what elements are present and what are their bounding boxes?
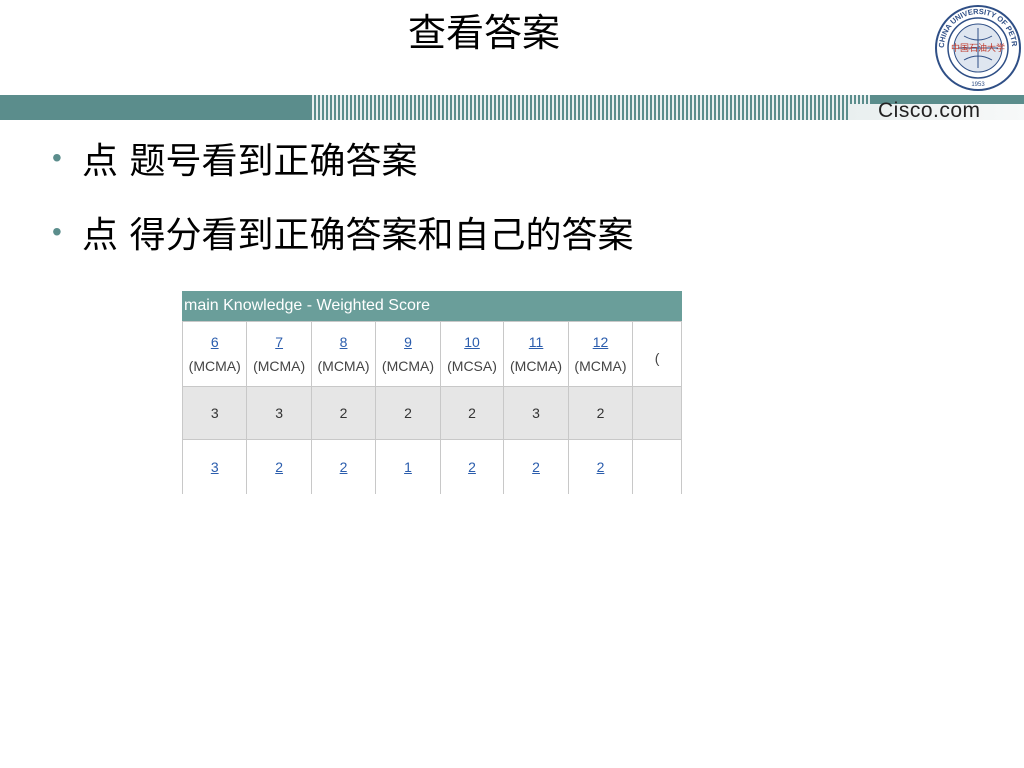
slide-title: 查看答案 bbox=[407, 11, 560, 55]
question-number-link[interactable]: 11 bbox=[504, 334, 567, 350]
answer-cell: 1 bbox=[375, 439, 441, 494]
answer-cell: 3 bbox=[182, 439, 248, 494]
earned-score-link[interactable]: 2 bbox=[247, 459, 310, 475]
question-cell: 6 (MCMA) bbox=[182, 321, 248, 387]
question-cell: 11 (MCMA) bbox=[503, 321, 569, 387]
question-type: (MCMA) bbox=[381, 358, 435, 374]
cisco-brand: Cisco.com bbox=[878, 99, 981, 122]
bullet-text: 点 题号看到正确答案 bbox=[82, 141, 418, 182]
bullet-dot-icon: • bbox=[52, 142, 62, 173]
score-cell: 2 bbox=[310, 386, 377, 440]
score-table-screenshot: main Knowledge - Weighted Score 6 (MCMA) … bbox=[182, 291, 682, 494]
score-cell: 3 bbox=[182, 386, 248, 440]
score-cell bbox=[632, 386, 682, 440]
earned-score-link[interactable]: 2 bbox=[569, 459, 632, 475]
bullet-item: • 点 得分看到正确答案和自己的答案 bbox=[52, 208, 633, 256]
university-seal-logo: CHINA UNIVERSITY OF PETROLEUM 中国石油大学 195… bbox=[934, 4, 1021, 91]
score-cell: 2 bbox=[439, 386, 505, 440]
earned-score-link[interactable]: 1 bbox=[376, 459, 439, 475]
logo-center-text: 中国石油大学 bbox=[951, 42, 1005, 54]
answer-row: 3 2 2 1 2 2 2 bbox=[182, 439, 682, 494]
score-row: 3 3 2 2 2 3 2 bbox=[182, 386, 682, 440]
question-type: (MCMA) bbox=[317, 358, 370, 374]
question-number-link[interactable]: 12 bbox=[569, 334, 632, 350]
question-type: ( bbox=[654, 350, 660, 366]
answer-cell: 2 bbox=[439, 439, 505, 494]
question-cell: 8 (MCMA) bbox=[310, 321, 377, 387]
earned-score-link[interactable]: 2 bbox=[441, 459, 504, 475]
bullet-text: 点 得分看到正确答案和自己的答案 bbox=[82, 215, 634, 256]
bullet-dot-icon: • bbox=[52, 216, 62, 247]
band-solid bbox=[0, 95, 330, 120]
earned-score-link[interactable]: 3 bbox=[183, 459, 246, 475]
question-type: (MCMA) bbox=[188, 358, 241, 374]
question-row: 6 (MCMA) 7 (MCMA) 8 (MCMA) 9 (MCMA) 10 (MCSA)… bbox=[182, 321, 682, 387]
score-cell: 3 bbox=[503, 386, 569, 440]
answer-cell: 2 bbox=[503, 439, 569, 494]
question-number-link[interactable]: 6 bbox=[183, 334, 246, 350]
header-band bbox=[0, 95, 1024, 120]
question-cell: ( bbox=[632, 321, 682, 387]
question-number-link[interactable]: 9 bbox=[376, 334, 439, 350]
question-type: (MCSA) bbox=[447, 358, 497, 374]
answer-cell: 2 bbox=[310, 439, 377, 494]
earned-score-link[interactable]: 2 bbox=[504, 459, 567, 475]
question-cell: 7 (MCMA) bbox=[246, 321, 312, 387]
table-header-bar: main Knowledge - Weighted Score bbox=[182, 291, 682, 321]
logo-year: 1953 bbox=[971, 82, 985, 88]
question-type: (MCMA) bbox=[574, 358, 627, 374]
bullet-list: • 点 题号看到正确答案 • 点 得分看到正确答案和自己的答案 bbox=[52, 134, 633, 282]
answer-cell bbox=[632, 439, 682, 494]
band-stripes bbox=[310, 95, 870, 120]
question-number-link[interactable]: 7 bbox=[247, 334, 310, 350]
question-type: (MCMA) bbox=[510, 358, 563, 374]
score-table: 6 (MCMA) 7 (MCMA) 8 (MCMA) 9 (MCMA) 10 (MCSA)… bbox=[182, 321, 682, 494]
question-type: (MCMA) bbox=[253, 358, 306, 374]
score-cell: 2 bbox=[375, 386, 441, 440]
earned-score-link[interactable]: 2 bbox=[312, 459, 375, 475]
score-cell: 2 bbox=[567, 386, 634, 440]
bullet-item: • 点 题号看到正确答案 bbox=[52, 134, 633, 182]
question-number-link[interactable]: 10 bbox=[441, 334, 504, 350]
question-cell: 12 (MCMA) bbox=[567, 321, 634, 387]
question-number-link[interactable]: 8 bbox=[312, 334, 375, 350]
answer-cell: 2 bbox=[567, 439, 634, 494]
question-cell: 9 (MCMA) bbox=[375, 321, 441, 387]
answer-cell: 2 bbox=[246, 439, 312, 494]
score-cell: 3 bbox=[246, 386, 312, 440]
question-cell: 10 (MCSA) bbox=[439, 321, 505, 387]
